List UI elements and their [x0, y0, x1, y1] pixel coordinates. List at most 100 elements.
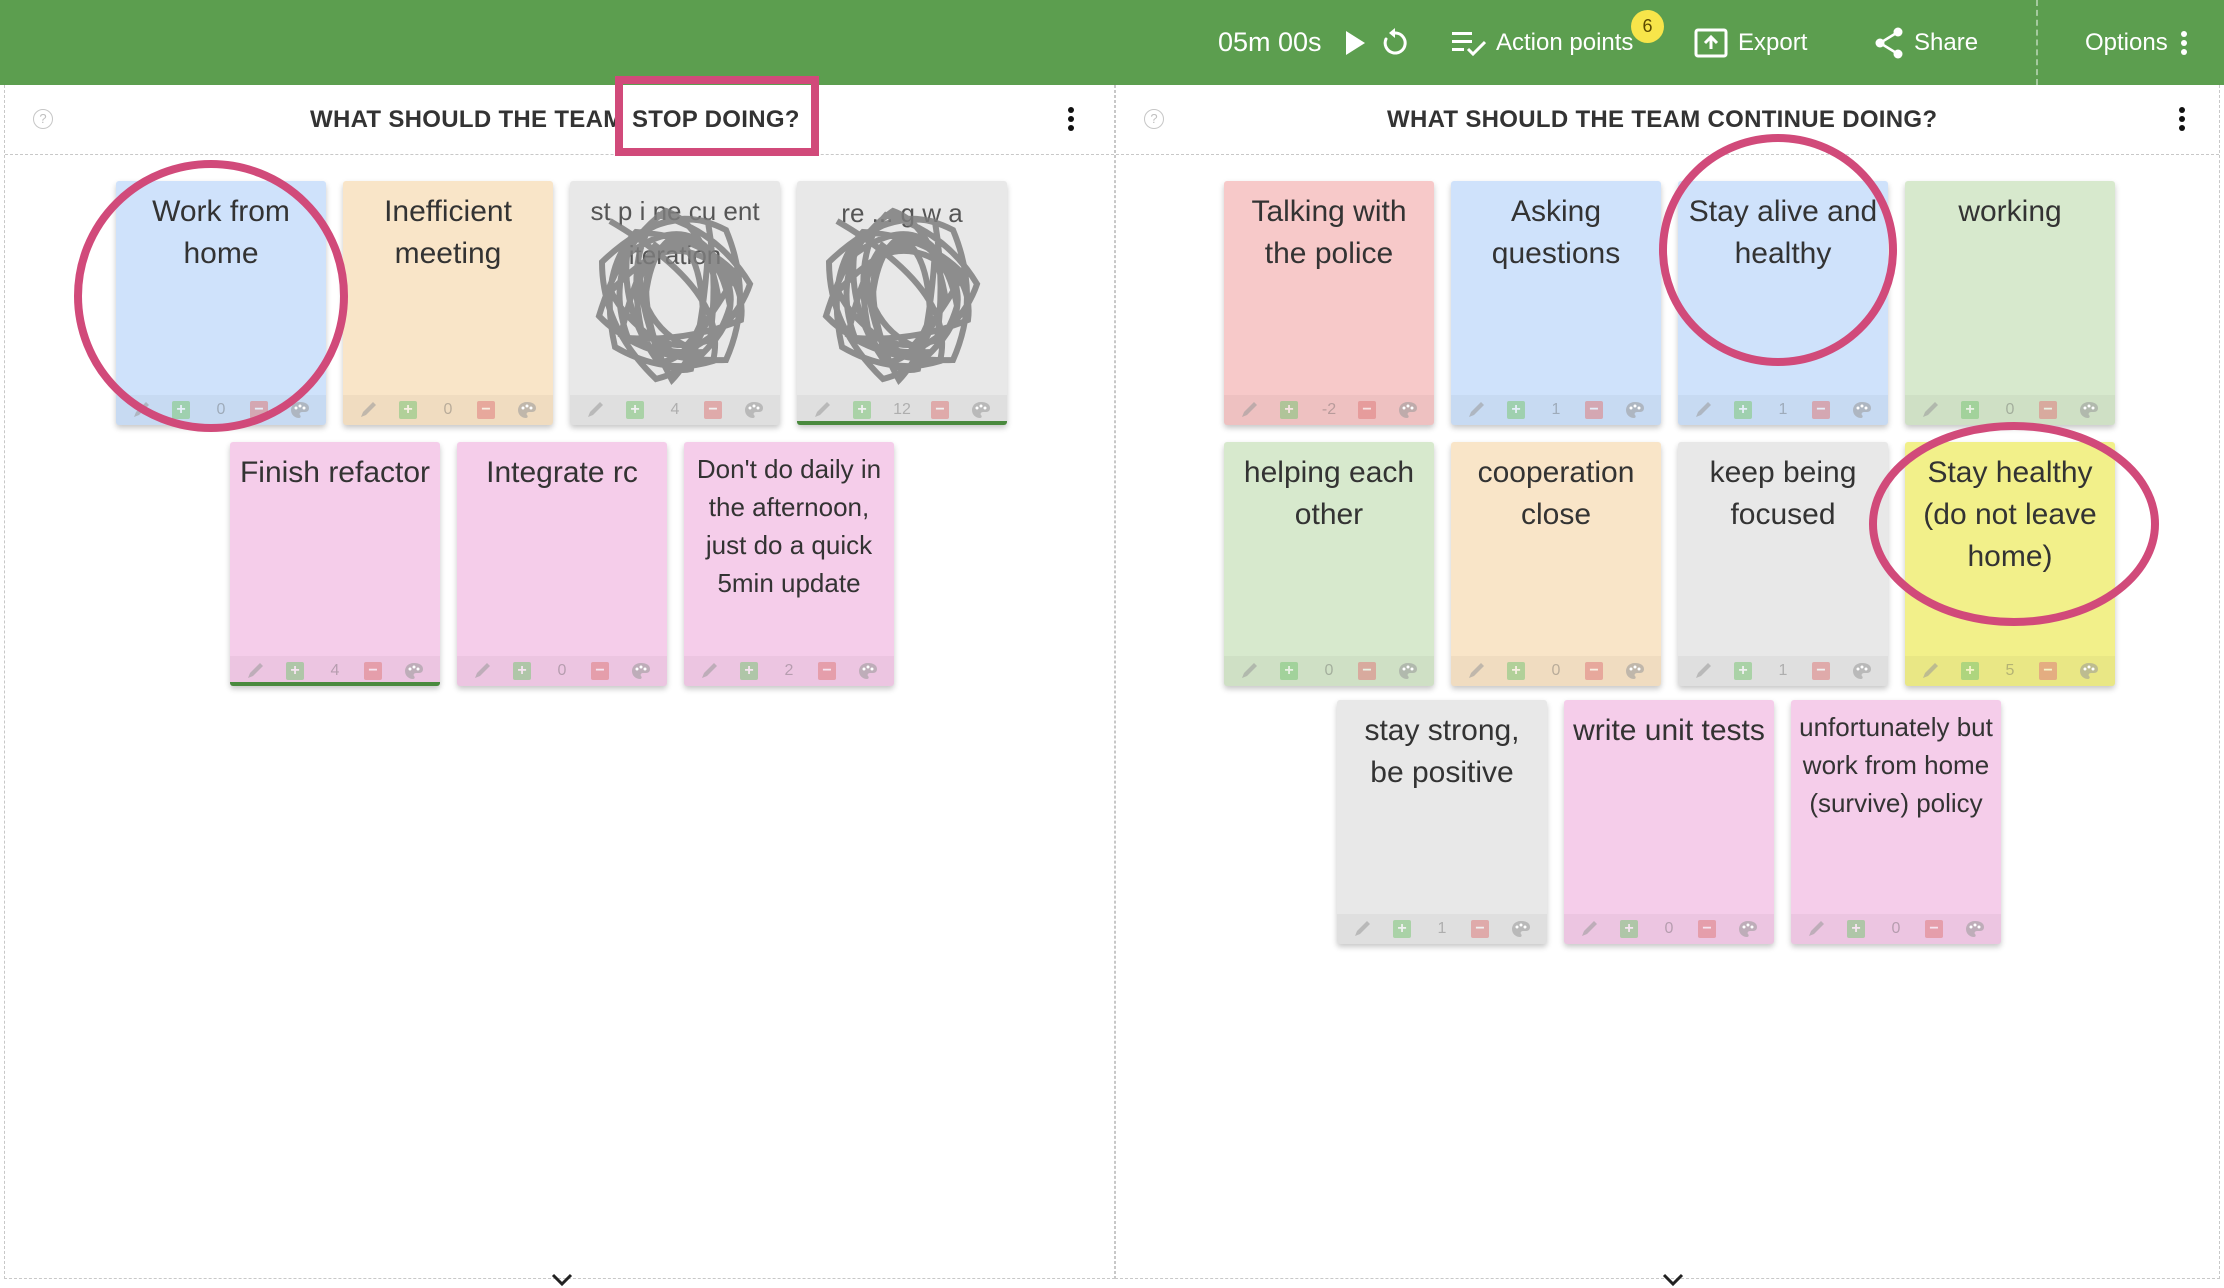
upvote-button[interactable]: + [1393, 920, 1411, 938]
upvote-button[interactable]: + [1734, 662, 1752, 680]
sticky-card[interactable]: Stay alive and healthy +1 − [1678, 181, 1888, 425]
edit-icon[interactable] [1467, 662, 1487, 680]
palette-icon[interactable] [1738, 920, 1758, 938]
palette-icon[interactable] [971, 401, 991, 419]
column-menu-icon[interactable] [1065, 107, 1077, 135]
help-icon[interactable]: ? [33, 109, 53, 129]
upvote-button[interactable]: + [1961, 401, 1979, 419]
upvote-button[interactable]: + [1734, 401, 1752, 419]
sticky-card[interactable]: stay strong, be positive +1 − [1337, 700, 1547, 944]
palette-icon[interactable] [2079, 662, 2099, 680]
downvote-button[interactable]: − [1925, 920, 1943, 938]
help-icon[interactable]: ? [1144, 109, 1164, 129]
edit-icon[interactable] [1921, 662, 1941, 680]
downvote-button[interactable]: − [591, 662, 609, 680]
edit-icon[interactable] [132, 401, 152, 419]
edit-icon[interactable] [1467, 401, 1487, 419]
upvote-button[interactable]: + [513, 662, 531, 680]
palette-icon[interactable] [744, 401, 764, 419]
options-button[interactable]: Options [2085, 0, 2188, 85]
palette-icon[interactable] [1852, 662, 1872, 680]
downvote-button[interactable]: − [931, 401, 949, 419]
downvote-button[interactable]: − [1812, 662, 1830, 680]
upvote-button[interactable]: + [1507, 401, 1525, 419]
palette-icon[interactable] [631, 662, 651, 680]
downvote-button[interactable]: − [1585, 401, 1603, 419]
upvote-button[interactable]: + [399, 401, 417, 419]
sticky-card[interactable]: Stay healthy (do not leave home) +5 − [1905, 442, 2115, 686]
upvote-button[interactable]: + [172, 401, 190, 419]
sticky-card[interactable]: helping each other +0 − [1224, 442, 1434, 686]
sticky-card[interactable]: Inefficient meeting +0 − [343, 181, 553, 425]
upvote-button[interactable]: + [1847, 920, 1865, 938]
sticky-card[interactable]: Asking questions +1 − [1451, 181, 1661, 425]
palette-icon[interactable] [1965, 920, 1985, 938]
downvote-button[interactable]: − [250, 401, 268, 419]
palette-icon[interactable] [404, 662, 424, 680]
sticky-card[interactable]: Work from home +0 − [116, 181, 326, 425]
edit-icon[interactable] [473, 662, 493, 680]
downvote-button[interactable]: − [2039, 401, 2057, 419]
edit-icon[interactable] [1921, 401, 1941, 419]
upvote-button[interactable]: + [1280, 401, 1298, 419]
sticky-card[interactable]: Integrate rc +0 − [457, 442, 667, 686]
column-menu-icon[interactable] [2176, 107, 2188, 135]
edit-icon[interactable] [1353, 920, 1373, 938]
share-button[interactable]: Share [1874, 0, 1978, 85]
downvote-button[interactable]: − [818, 662, 836, 680]
edit-icon[interactable] [700, 662, 720, 680]
chevron-down-icon[interactable] [1661, 1272, 1685, 1288]
upvote-button[interactable]: + [740, 662, 758, 680]
reset-icon[interactable] [1380, 0, 1410, 85]
palette-icon[interactable] [1625, 662, 1645, 680]
downvote-button[interactable]: − [1698, 920, 1716, 938]
play-icon[interactable] [1344, 0, 1366, 85]
downvote-button[interactable]: − [364, 662, 382, 680]
edit-icon[interactable] [1807, 920, 1827, 938]
downvote-button[interactable]: − [477, 401, 495, 419]
downvote-button[interactable]: − [1358, 401, 1376, 419]
palette-icon[interactable] [858, 662, 878, 680]
downvote-button[interactable]: − [1358, 662, 1376, 680]
palette-icon[interactable] [1398, 662, 1418, 680]
palette-icon[interactable] [1625, 401, 1645, 419]
edit-icon[interactable] [1694, 401, 1714, 419]
sticky-card[interactable]: st p i ne cu ent iteration +4− [570, 181, 780, 425]
palette-icon[interactable] [2079, 401, 2099, 419]
sticky-card[interactable]: re ... g w a +12− [797, 181, 1007, 425]
palette-icon[interactable] [517, 401, 537, 419]
upvote-button[interactable]: + [1507, 662, 1525, 680]
export-button[interactable]: Export [1694, 0, 1807, 85]
edit-icon[interactable] [1240, 662, 1260, 680]
edit-icon[interactable] [1240, 401, 1260, 419]
action-points-button[interactable]: Action points [1452, 0, 1633, 85]
palette-icon[interactable] [290, 401, 310, 419]
downvote-button[interactable]: − [1585, 662, 1603, 680]
downvote-button[interactable]: − [1812, 401, 1830, 419]
sticky-card[interactable]: Talking with the police + -2 − [1224, 181, 1434, 425]
upvote-button[interactable]: + [286, 662, 304, 680]
upvote-button[interactable]: + [626, 401, 644, 419]
chevron-down-icon[interactable] [550, 1272, 574, 1288]
downvote-button[interactable]: − [704, 401, 722, 419]
edit-icon[interactable] [359, 401, 379, 419]
downvote-button[interactable]: − [2039, 662, 2057, 680]
upvote-button[interactable]: + [1620, 920, 1638, 938]
sticky-card[interactable]: keep being focused +1 − [1678, 442, 1888, 686]
palette-icon[interactable] [1852, 401, 1872, 419]
edit-icon[interactable] [813, 401, 833, 419]
sticky-card[interactable]: working +0 − [1905, 181, 2115, 425]
upvote-button[interactable]: + [1280, 662, 1298, 680]
edit-icon[interactable] [246, 662, 266, 680]
sticky-card[interactable]: unfortunately but work from home (surviv… [1791, 700, 2001, 944]
edit-icon[interactable] [1580, 920, 1600, 938]
palette-icon[interactable] [1511, 920, 1531, 938]
edit-icon[interactable] [586, 401, 606, 419]
sticky-card[interactable]: cooperation close +0 − [1451, 442, 1661, 686]
upvote-button[interactable]: + [853, 401, 871, 419]
sticky-card[interactable]: write unit tests +0 − [1564, 700, 1774, 944]
palette-icon[interactable] [1398, 401, 1418, 419]
sticky-card[interactable]: Don't do daily in the afternoon, just do… [684, 442, 894, 686]
upvote-button[interactable]: + [1961, 662, 1979, 680]
downvote-button[interactable]: − [1471, 920, 1489, 938]
